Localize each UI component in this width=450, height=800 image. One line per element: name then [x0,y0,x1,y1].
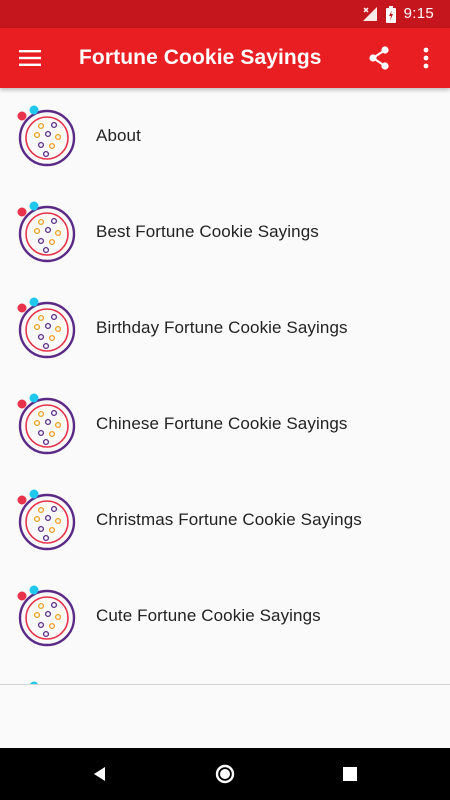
list-item-about[interactable]: About [0,88,450,184]
share-button[interactable] [359,38,399,78]
list-item-label: Cute Fortune Cookie Sayings [96,606,321,625]
fortune-cookie-icon [14,488,78,552]
status-bar: 9:15 [0,0,450,28]
list-item-label: Best Fortune Cookie Sayings [96,222,319,241]
list-item-label: Chinese Fortune Cookie Sayings [96,414,348,433]
navigation-bar [0,748,450,800]
list-divider [0,684,450,685]
list-item-christmas[interactable]: Christmas Fortune Cookie Sayings [0,472,450,568]
fortune-cookie-icon [14,584,78,648]
no-signal-icon [362,6,378,22]
home-icon [215,764,235,784]
share-icon [369,46,389,70]
status-indicators: 9:15 [362,0,434,28]
app-bar: Fortune Cookie Sayings [0,28,450,88]
battery-charging-icon [385,5,396,23]
home-button[interactable] [205,754,245,794]
fortune-cookie-icon [14,296,78,360]
more-vert-icon [423,47,429,69]
list-item-partial[interactable] [0,664,450,684]
list-item-label: Birthday Fortune Cookie Sayings [96,318,348,337]
list-item-birthday[interactable]: Birthday Fortune Cookie Sayings [0,280,450,376]
hamburger-menu-icon [19,50,41,66]
fortune-cookie-icon [14,200,78,264]
page-title: Fortune Cookie Sayings [79,46,322,69]
menu-button[interactable] [10,38,50,78]
fortune-cookie-icon [14,392,78,456]
status-time: 9:15 [403,5,434,22]
category-list: About Best Fortune Cookie Sayings Birthd… [0,88,450,684]
back-icon [94,767,105,781]
list-item-cute[interactable]: Cute Fortune Cookie Sayings [0,568,450,664]
more-options-button[interactable] [406,38,446,78]
list-item-label: Christmas Fortune Cookie Sayings [96,510,362,529]
list-item-label: About [96,126,141,145]
fortune-cookie-icon [14,104,78,168]
back-button[interactable] [80,754,120,794]
recents-button[interactable] [330,754,370,794]
list-item-best[interactable]: Best Fortune Cookie Sayings [0,184,450,280]
list-item-chinese[interactable]: Chinese Fortune Cookie Sayings [0,376,450,472]
recents-icon [343,767,357,781]
